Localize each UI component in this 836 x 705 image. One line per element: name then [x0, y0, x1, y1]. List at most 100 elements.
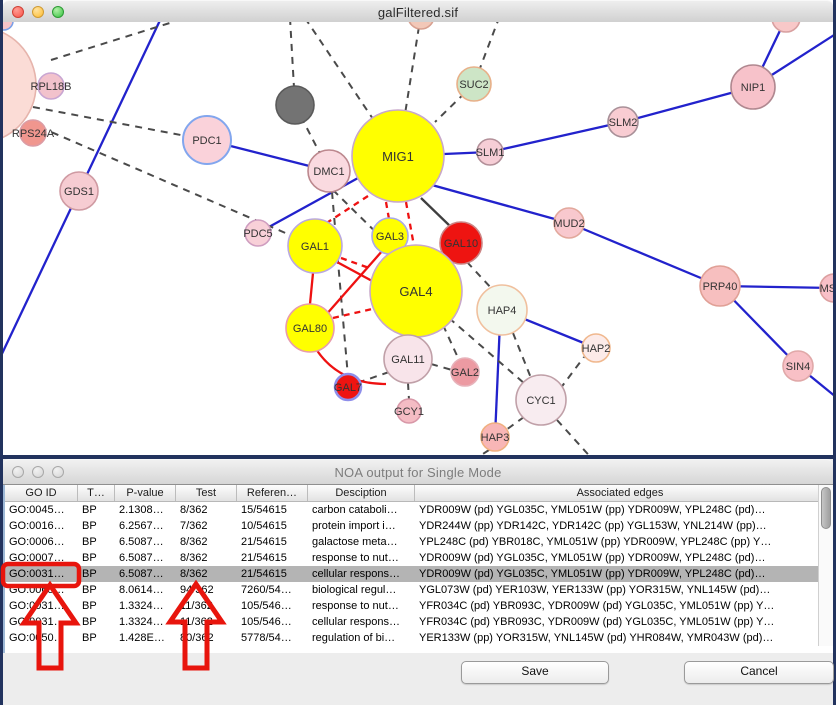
table-cell: 21/54615	[237, 534, 308, 550]
table-row[interactable]: GO:0065…BP8.0614…94/3627260/54…biologica…	[5, 582, 833, 598]
table-cell: 6.5087…	[115, 550, 176, 566]
network-edge-reddash	[386, 202, 389, 219]
column-header-t[interactable]: T…	[78, 485, 115, 501]
network-edge-dash	[467, 262, 493, 290]
table-cell: 8/362	[176, 566, 237, 582]
cancel-button[interactable]: Cancel	[684, 661, 834, 684]
node-unlabeled[interactable]	[408, 22, 434, 29]
noa-window-titlebar[interactable]: NOA output for Single Mode	[3, 459, 833, 485]
node-MSL1[interactable]: MSL1	[820, 274, 833, 302]
node-unlabeled[interactable]	[3, 22, 13, 30]
node-GDS1[interactable]: GDS1	[60, 172, 98, 210]
table-cell: BP	[78, 550, 115, 566]
close-button[interactable]	[12, 6, 24, 18]
column-header-pvalue[interactable]: P-value	[115, 485, 176, 501]
minimize-button[interactable]	[32, 466, 44, 478]
node-PRP40[interactable]: PRP40	[700, 266, 740, 306]
table-cell: GO:0016…	[5, 518, 78, 534]
node-MUD2[interactable]: MUD2	[553, 208, 584, 238]
network-edge-blue	[495, 322, 500, 437]
node-SLM1[interactable]: SLM1	[476, 139, 505, 165]
button-panel: Save Cancel	[3, 653, 833, 705]
column-header-goid[interactable]: GO ID	[5, 485, 78, 501]
node-CYC1[interactable]: CYC1	[516, 375, 566, 425]
table-header-row: GO IDT…P-valueTestReferen…DesciptionAsso…	[5, 485, 833, 502]
noa-window: NOA output for Single Mode GO IDT…P-valu…	[0, 459, 836, 704]
node-SIN4[interactable]: SIN4	[783, 351, 813, 381]
table-cell: carbon cataboli…	[308, 502, 415, 518]
node-NIP1[interactable]: NIP1	[731, 65, 775, 109]
node-DMC1[interactable]: DMC1	[308, 150, 350, 192]
table-row[interactable]: GO:0006…BP6.5087…8/36221/54615galactose …	[5, 534, 833, 550]
column-header-referen[interactable]: Referen…	[237, 485, 308, 501]
table-row[interactable]: GO:0031…BP1.3324…11/362105/546…cellular …	[5, 614, 833, 630]
node-GAL11[interactable]: GAL11	[384, 335, 432, 383]
table-row[interactable]: GO:0050…BP1.428E…80/3625778/54…regulatio…	[5, 630, 833, 646]
node-GAL7[interactable]: GAL7	[334, 374, 362, 400]
table-row[interactable]: GO:0031…BP6.5087…8/36221/54615cellular r…	[5, 566, 833, 582]
node-unlabeled[interactable]	[276, 86, 314, 124]
scrollbar-thumb[interactable]	[821, 487, 831, 529]
table-cell: 8/362	[176, 502, 237, 518]
table-cell: 21/54615	[237, 566, 308, 582]
node-GAL4[interactable]: GAL4	[370, 245, 462, 337]
network-edge-dash	[469, 450, 489, 455]
table-cell: YGL073W (pd) YER103W, YER133W (pp) YOR31…	[415, 582, 826, 598]
minimize-button[interactable]	[32, 6, 44, 18]
table-cell: protein import i…	[308, 518, 415, 534]
node-MIG1[interactable]: MIG1	[352, 110, 444, 202]
noa-window-title: NOA output for Single Mode	[3, 465, 833, 480]
network-edge-dash	[513, 333, 531, 378]
node-GAL2[interactable]: GAL2	[451, 358, 479, 386]
network-edge-dash	[405, 22, 421, 114]
table-cell: BP	[78, 598, 115, 614]
save-button[interactable]: Save	[461, 661, 609, 684]
network-edge-dash	[443, 325, 459, 360]
node-HAP2[interactable]: HAP2	[582, 334, 611, 362]
table-cell: 5778/54…	[237, 630, 308, 646]
zoom-button[interactable]	[52, 466, 64, 478]
node-unlabeled[interactable]	[772, 22, 800, 32]
node-GCY1[interactable]: GCY1	[394, 399, 424, 423]
column-header-test[interactable]: Test	[176, 485, 237, 501]
table-row[interactable]: GO:0007…BP6.5087…8/36221/54615response t…	[5, 550, 833, 566]
node-HAP3[interactable]: HAP3	[481, 423, 510, 451]
network-edge-blue	[490, 122, 623, 152]
table-cell: BP	[78, 518, 115, 534]
network-edge-dark	[421, 198, 452, 228]
table-cell: regulation of bi…	[308, 630, 415, 646]
network-graph: RPL18BRPS24AGDS1PDC1PDC5DMC1MIG1SUC2SLM1…	[3, 22, 833, 455]
node-HAP4[interactable]: HAP4	[477, 285, 527, 335]
table-cell: 8.0614…	[115, 582, 176, 598]
close-button[interactable]	[12, 466, 24, 478]
node-PDC1[interactable]: PDC1	[183, 116, 231, 164]
table-cell: BP	[78, 630, 115, 646]
node-GAL80[interactable]: GAL80	[286, 304, 334, 352]
zoom-button[interactable]	[52, 6, 64, 18]
network-window-titlebar[interactable]: galFiltered.sif	[3, 0, 833, 24]
column-header-associatededges[interactable]: Associated edges	[415, 485, 826, 501]
node-SLM2[interactable]: SLM2	[608, 107, 638, 137]
node-GAL1[interactable]: GAL1	[288, 219, 342, 273]
table-row[interactable]: GO:0031…BP1.3324…11/362105/546…response …	[5, 598, 833, 614]
table-row[interactable]: GO:0045…BP2.1308…8/36215/54615carbon cat…	[5, 502, 833, 518]
column-header-desciption[interactable]: Desciption	[308, 485, 415, 501]
network-window-title: galFiltered.sif	[3, 5, 833, 20]
network-edge-reddash	[325, 196, 368, 224]
node-SUC2[interactable]: SUC2	[457, 67, 491, 101]
table-cell: YDR244W (pp) YDR142C, YDR142C (pp) YGL15…	[415, 518, 826, 534]
table-cell: 11/362	[176, 614, 237, 630]
table-cell: GO:0007…	[5, 550, 78, 566]
table-cell: 2.1308…	[115, 502, 176, 518]
network-edge-blue	[569, 223, 720, 286]
network-canvas[interactable]: RPL18BRPS24AGDS1PDC1PDC5DMC1MIG1SUC2SLM1…	[3, 22, 833, 455]
table-cell: 1.3324…	[115, 614, 176, 630]
table-row[interactable]: GO:0016…BP6.2567…7/36210/54615protein im…	[5, 518, 833, 534]
table-cell: GO:0031…	[5, 566, 78, 582]
node-PDC5[interactable]: PDC5	[243, 220, 272, 246]
network-edge-dash	[431, 364, 452, 370]
table-cell: 6.5087…	[115, 534, 176, 550]
table-cell: BP	[78, 502, 115, 518]
vertical-scrollbar[interactable]	[818, 485, 833, 646]
table-cell: BP	[78, 566, 115, 582]
